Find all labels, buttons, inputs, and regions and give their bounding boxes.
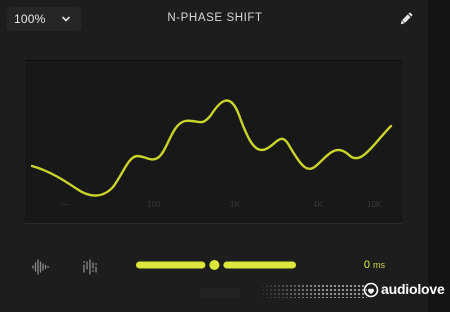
pencil-icon[interactable]	[397, 10, 415, 28]
zoom-select[interactable]: 100%	[7, 7, 81, 31]
delay-unit: ms	[373, 260, 385, 270]
bottom-handle	[200, 288, 240, 298]
x-axis-ticks: — 100 1K 4K 10K	[61, 200, 382, 209]
x-tick-label: 10K	[367, 200, 382, 209]
x-tick-label: 100	[147, 200, 161, 209]
slider-right-segment	[223, 261, 296, 269]
zoom-value: 100%	[14, 12, 46, 26]
phase-curve-display: — 100 1K 4K 10K · · ·	[30, 65, 393, 209]
watermark-text: audiolove	[381, 281, 445, 297]
x-tick-label: 1K	[230, 200, 240, 209]
slider-thumb[interactable]	[209, 260, 220, 270]
x-tick-label: 4K	[313, 200, 323, 209]
delay-readout: 0 ms	[340, 259, 385, 271]
side-strip	[428, 0, 450, 312]
side-marker: ·	[380, 65, 383, 76]
waveform-scatter-icon[interactable]	[80, 257, 100, 277]
waveform-icon[interactable]	[30, 257, 50, 277]
slider-left-segment	[136, 261, 206, 269]
phase-graph[interactable]: — 100 1K 4K 10K · · ·	[25, 60, 402, 224]
watermark: audiolove	[257, 279, 445, 305]
x-tick-label: —	[61, 200, 69, 209]
delay-slider[interactable]	[136, 260, 296, 270]
side-marker: ·	[380, 79, 383, 90]
plugin-window: 100% N-PHASE SHIFT — 100 1K 4K 10K · · ·	[0, 0, 450, 312]
delay-value: 0	[363, 259, 370, 271]
side-markers: · · ·	[380, 65, 383, 104]
side-marker: ·	[380, 93, 383, 104]
chevron-down-icon	[62, 16, 70, 22]
phase-curve	[30, 99, 393, 197]
header-bar: 100% N-PHASE SHIFT	[0, 0, 428, 40]
audiolove-logo-icon	[363, 282, 379, 298]
plugin-title: N-PHASE SHIFT	[167, 12, 263, 24]
watermark-dots	[257, 284, 367, 298]
